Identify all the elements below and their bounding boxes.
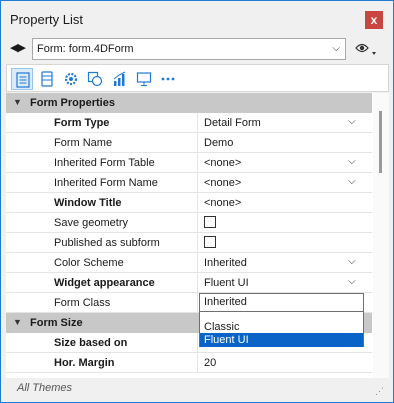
column-divider — [197, 253, 198, 273]
chevron-down-icon[interactable]: ⌵ — [348, 256, 356, 267]
property-row-save-geometry[interactable]: Save geometry — [6, 213, 372, 233]
property-row-inherited-form-name[interactable]: Inherited Form Name <none> ⌵ — [6, 173, 372, 193]
column-divider — [197, 273, 198, 293]
column-divider — [197, 193, 198, 213]
property-row-form-type[interactable]: Form Type Detail Form ⌵ — [6, 113, 372, 133]
dropdown-option-fluent-ui[interactable]: Fluent UI — [200, 333, 363, 347]
property-row-window-title[interactable]: Window Title <none> — [6, 193, 372, 213]
property-name: Form Name — [54, 137, 113, 149]
section-label: Form Size — [30, 317, 83, 329]
property-name: Window Title — [54, 197, 122, 209]
column-divider — [197, 113, 198, 133]
column-divider — [197, 233, 198, 253]
theme-filter-label[interactable]: All Themes — [17, 382, 72, 394]
dropdown-option-inherited[interactable]: Inherited — [200, 295, 363, 309]
chevron-down-icon[interactable]: ⌵ — [348, 176, 356, 187]
collapse-toggle-icon[interactable]: ▼ — [13, 97, 22, 107]
property-name: Size based on — [54, 337, 128, 349]
column-divider — [197, 293, 198, 313]
property-name: Form Type — [54, 117, 110, 129]
bar-chart-icon[interactable] — [109, 68, 131, 90]
column-divider — [197, 353, 198, 373]
resize-grip-icon[interactable]: ⋰ — [375, 386, 384, 397]
save-geometry-checkbox[interactable] — [204, 216, 216, 228]
property-name: Form Class — [54, 297, 111, 309]
section-label: Form Properties — [30, 97, 115, 109]
window-title: Property List — [10, 12, 83, 27]
chevron-down-icon[interactable]: ⌵ — [348, 156, 356, 167]
collapse-toggle-icon[interactable]: ▼ — [13, 317, 22, 327]
property-row-color-scheme[interactable]: Color Scheme Inherited ⌵ — [6, 253, 372, 273]
property-name: Color Scheme — [54, 257, 124, 269]
form-selector-row: ◀▶ Form: form.4DForm ⌵ — [1, 36, 393, 62]
scrollbar-thumb[interactable] — [379, 111, 382, 173]
chevron-down-icon: ⌵ — [332, 43, 340, 54]
property-row-hor-margin[interactable]: Hor. Margin 20 — [6, 353, 372, 373]
property-name: Widget appearance — [54, 277, 155, 289]
property-value[interactable]: Detail Form — [204, 117, 261, 129]
vertical-scrollbar[interactable] — [373, 93, 389, 378]
form-selector-dropdown[interactable]: Form: form.4DForm ⌵ — [32, 38, 346, 60]
database-icon[interactable] — [36, 68, 58, 90]
property-value[interactable]: <none> — [204, 177, 241, 189]
column-divider — [197, 333, 198, 353]
widget-appearance-dropdown-list: Inherited Classic Fluent UI — [199, 293, 364, 347]
dropdown-option-classic[interactable]: Classic — [200, 320, 363, 334]
published-as-subform-checkbox[interactable] — [204, 236, 216, 248]
property-name: Hor. Margin — [54, 357, 115, 369]
property-value[interactable]: <none> — [204, 157, 241, 169]
column-divider — [197, 173, 198, 193]
column-divider — [197, 133, 198, 153]
title-bar[interactable]: Property List x — [1, 1, 393, 35]
property-name: Published as subform — [54, 237, 160, 249]
property-row-widget-appearance[interactable]: Widget appearance Fluent UI ⌵ — [6, 273, 372, 293]
eye-icon[interactable] — [354, 40, 380, 58]
gear-icon[interactable] — [60, 68, 82, 90]
property-row-published-as-subform[interactable]: Published as subform — [6, 233, 372, 253]
close-button[interactable]: x — [365, 11, 383, 29]
column-divider — [197, 213, 198, 233]
property-row-inherited-form-table[interactable]: Inherited Form Table <none> ⌵ — [6, 153, 372, 173]
property-name: Inherited Form Name — [54, 177, 158, 189]
property-value[interactable]: Demo — [204, 137, 233, 149]
property-name: Inherited Form Table — [54, 157, 155, 169]
property-toolbar — [6, 64, 389, 92]
section-form-properties[interactable]: ▼ Form Properties — [6, 93, 372, 113]
column-divider — [197, 153, 198, 173]
property-name: Save geometry — [54, 217, 128, 229]
property-value[interactable]: <none> — [204, 197, 241, 209]
monitor-icon[interactable] — [133, 68, 155, 90]
more-icon[interactable] — [157, 68, 179, 90]
property-list-window: Property List x ◀▶ Form: form.4DForm ⌵ ▼… — [0, 0, 394, 403]
form-selector-value: Form: form.4DForm — [37, 43, 134, 55]
property-row-form-name[interactable]: Form Name Demo — [6, 133, 372, 153]
property-value[interactable]: 20 — [204, 357, 216, 369]
list-icon[interactable] — [11, 68, 33, 90]
status-bar: All Themes ⋰ — [1, 378, 393, 402]
chevron-down-icon[interactable]: ⌵ — [348, 116, 356, 127]
property-value[interactable]: Inherited — [204, 257, 247, 269]
property-value[interactable]: Fluent UI — [204, 277, 249, 289]
shapes-icon[interactable] — [84, 68, 106, 90]
navigation-arrows-icon[interactable]: ◀▶ — [10, 41, 26, 54]
chevron-down-icon[interactable]: ⌵ — [348, 276, 356, 287]
dropdown-separator — [200, 311, 363, 312]
